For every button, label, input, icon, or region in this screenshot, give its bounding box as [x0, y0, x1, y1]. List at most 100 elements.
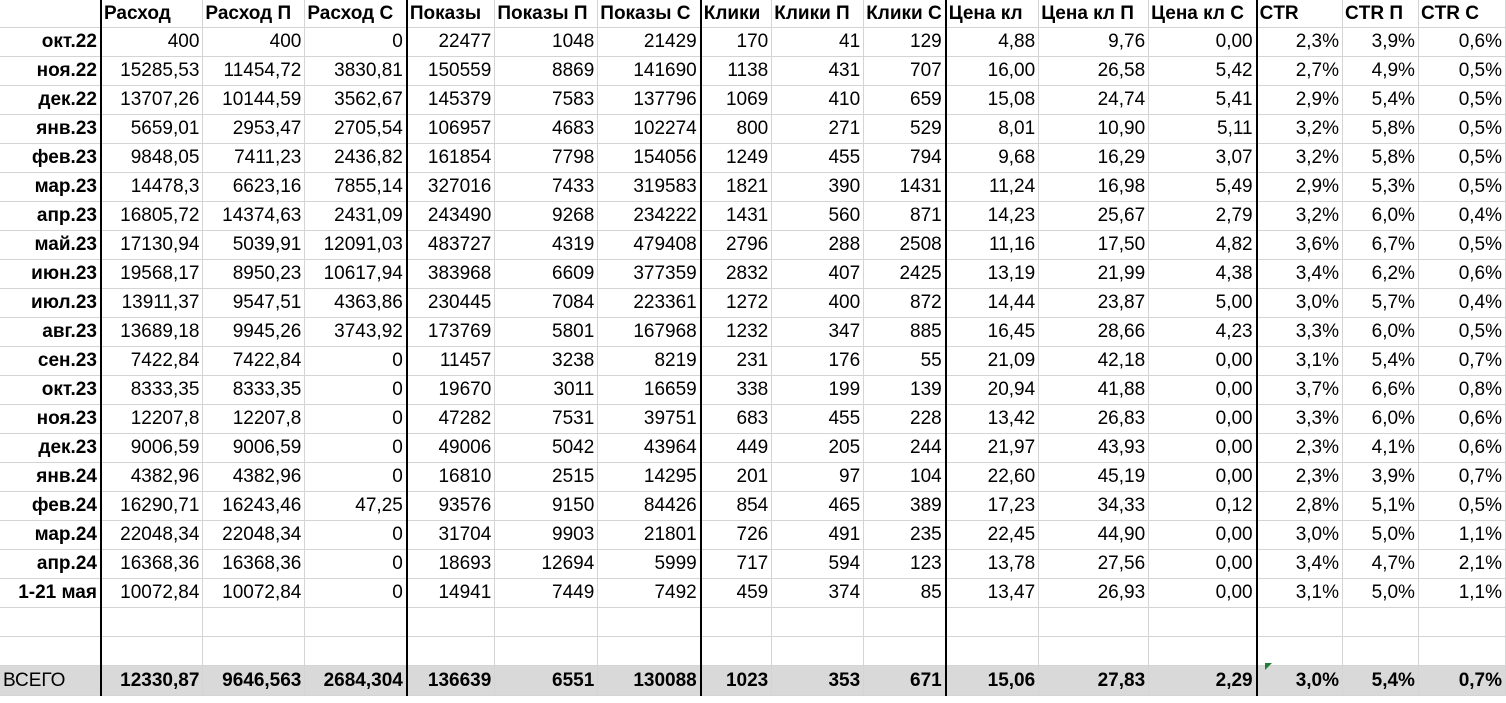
cell[interactable]: 1,1% [1418, 578, 1506, 608]
row-label-cell[interactable]: окт.22 [0, 27, 102, 57]
cell[interactable]: 5,7% [1342, 288, 1419, 318]
cell[interactable]: 455 [771, 143, 865, 173]
cell[interactable] [1342, 636, 1419, 666]
cell[interactable]: 5659,01 [100, 114, 204, 144]
cell[interactable]: 5,3% [1342, 172, 1419, 202]
cell[interactable]: 1069 [700, 85, 773, 115]
cell[interactable]: 11,16 [945, 230, 1040, 260]
cell[interactable]: Цена кл П [1038, 0, 1150, 28]
cell[interactable]: 659 [863, 85, 947, 115]
cell[interactable]: 13689,18 [100, 317, 204, 347]
cell[interactable]: 11457 [406, 346, 496, 376]
cell[interactable]: 0,7% [1418, 665, 1506, 696]
cell[interactable]: 431 [771, 56, 865, 86]
cell[interactable]: 6623,16 [202, 172, 306, 202]
cell[interactable]: 16810 [406, 462, 496, 492]
cell[interactable]: 11454,72 [202, 56, 306, 86]
cell[interactable]: 43964 [597, 433, 702, 463]
cell[interactable] [304, 636, 408, 666]
cell[interactable]: 1821 [700, 172, 773, 202]
cell[interactable]: CTR [1256, 0, 1343, 28]
row-label-cell[interactable]: янв.24 [0, 462, 102, 492]
cell[interactable]: 21,99 [1038, 259, 1150, 289]
cell[interactable]: 2,9% [1256, 172, 1343, 202]
cell[interactable]: 5,4% [1342, 85, 1419, 115]
cell[interactable]: 2,79 [1148, 201, 1258, 231]
cell[interactable]: 5,0% [1342, 578, 1419, 608]
cell[interactable]: 7583 [494, 85, 599, 115]
cell[interactable]: 4,88 [945, 27, 1040, 57]
cell[interactable]: 150559 [406, 56, 496, 86]
cell[interactable]: 271 [771, 114, 865, 144]
cell[interactable] [771, 636, 865, 666]
cell[interactable] [1418, 636, 1506, 666]
cell[interactable]: 0 [304, 433, 408, 463]
cell[interactable]: 4,38 [1148, 259, 1258, 289]
cell[interactable]: 3,4% [1256, 549, 1343, 579]
cell[interactable]: 0,5% [1418, 56, 1506, 86]
cell[interactable]: 2705,54 [304, 114, 408, 144]
cell[interactable]: CTR С [1418, 0, 1506, 28]
cell[interactable]: 47,25 [304, 491, 408, 521]
cell[interactable]: 479408 [597, 230, 702, 260]
cell[interactable]: 6551 [494, 665, 599, 696]
cell[interactable] [945, 607, 1040, 637]
cell[interactable]: 2796 [700, 230, 773, 260]
cell[interactable]: 6609 [494, 259, 599, 289]
cell[interactable]: 3,2% [1256, 114, 1343, 144]
cell[interactable]: 3,0% [1256, 520, 1343, 550]
cell[interactable]: 137796 [597, 85, 702, 115]
cell[interactable]: 41,88 [1038, 375, 1150, 405]
cell[interactable]: 5999 [597, 549, 702, 579]
cell[interactable] [1148, 607, 1258, 637]
cell[interactable]: 24,74 [1038, 85, 1150, 115]
cell[interactable]: 15,06 [945, 665, 1040, 696]
cell[interactable]: 9903 [494, 520, 599, 550]
cell[interactable]: 407 [771, 259, 865, 289]
cell[interactable]: 8950,23 [202, 259, 306, 289]
cell[interactable]: 717 [700, 549, 773, 579]
cell[interactable]: 8869 [494, 56, 599, 86]
cell[interactable]: 228 [863, 404, 947, 434]
cell[interactable]: 11,24 [945, 172, 1040, 202]
cell[interactable]: 16,45 [945, 317, 1040, 347]
cell[interactable] [771, 607, 865, 637]
cell[interactable]: Показы С [597, 0, 702, 28]
cell[interactable]: 1249 [700, 143, 773, 173]
cell[interactable]: 0,12 [1148, 491, 1258, 521]
row-label-cell[interactable]: 1-21 мая [0, 578, 102, 608]
cell[interactable]: 9,76 [1038, 27, 1150, 57]
cell[interactable]: 4,82 [1148, 230, 1258, 260]
cell[interactable]: 199 [771, 375, 865, 405]
cell[interactable]: 19670 [406, 375, 496, 405]
cell[interactable]: 9150 [494, 491, 599, 521]
cell[interactable]: 9547,51 [202, 288, 306, 318]
cell[interactable]: 4,7% [1342, 549, 1419, 579]
cell[interactable]: 449 [700, 433, 773, 463]
cell[interactable]: 0,00 [1148, 404, 1258, 434]
row-label-cell[interactable]: ВСЕГО [0, 665, 102, 696]
cell[interactable]: 9006,59 [100, 433, 204, 463]
row-label-cell[interactable]: авг.23 [0, 317, 102, 347]
cell[interactable]: 5,42 [1148, 56, 1258, 86]
cell[interactable]: 400 [202, 27, 306, 57]
cell[interactable]: 0 [304, 404, 408, 434]
cell[interactable]: 3830,81 [304, 56, 408, 86]
cell[interactable]: 139 [863, 375, 947, 405]
cell[interactable]: 26,93 [1038, 578, 1150, 608]
cell[interactable]: 6,2% [1342, 259, 1419, 289]
cell[interactable]: 2,3% [1256, 27, 1343, 57]
cell[interactable]: 0,00 [1148, 346, 1258, 376]
row-label-cell[interactable]: ноя.22 [0, 56, 102, 86]
cell[interactable]: 3,7% [1256, 375, 1343, 405]
cell[interactable]: 0 [304, 375, 408, 405]
cell[interactable]: Расход С [304, 0, 408, 28]
cell[interactable] [100, 636, 204, 666]
cell[interactable]: 389 [863, 491, 947, 521]
cell[interactable]: 390 [771, 172, 865, 202]
cell[interactable]: 2,9% [1256, 85, 1343, 115]
cell[interactable]: 7084 [494, 288, 599, 318]
cell[interactable]: 167968 [597, 317, 702, 347]
cell[interactable]: 6,0% [1342, 317, 1419, 347]
cell[interactable]: 176 [771, 346, 865, 376]
